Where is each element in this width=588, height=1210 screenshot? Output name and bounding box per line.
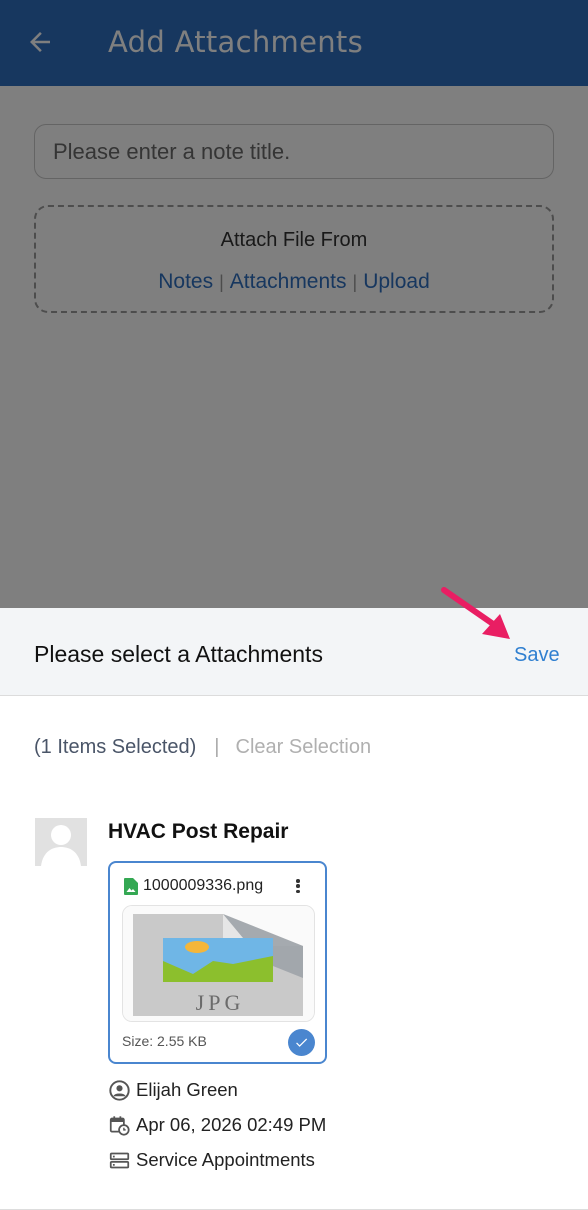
attachment-group-title: HVAC Post Repair bbox=[108, 820, 289, 843]
user-placeholder-icon bbox=[35, 818, 87, 866]
uploaded-by-row: Elijah Green bbox=[108, 1079, 238, 1101]
jpg-file-illustration: JPG bbox=[123, 906, 314, 1021]
module-row: Service Appointments bbox=[108, 1149, 315, 1171]
selected-count: (1 Items Selected) bbox=[34, 736, 197, 758]
jpg-label: JPG bbox=[196, 990, 245, 1015]
uploaded-date: Apr 06, 2026 02:49 PM bbox=[136, 1114, 327, 1135]
attachment-picker-sheet: Please select a Attachments Save (1 Item… bbox=[0, 608, 588, 1210]
file-name: 1000009336.png bbox=[143, 877, 264, 894]
sheet-title: Please select a Attachments bbox=[34, 641, 323, 667]
clear-selection-button[interactable]: Clear Selection bbox=[236, 736, 372, 758]
annotation-arrow-icon bbox=[441, 587, 510, 639]
selected-check-badge[interactable] bbox=[288, 1029, 315, 1056]
selection-bar: (1 Items Selected) | Clear Selection bbox=[34, 736, 371, 759]
image-file-icon bbox=[124, 878, 138, 895]
module-name: Service Appointments bbox=[136, 1149, 315, 1170]
date-row: Apr 06, 2026 02:49 PM bbox=[108, 1114, 326, 1136]
save-button[interactable]: Save bbox=[514, 644, 560, 667]
file-thumbnail[interactable]: JPG bbox=[122, 905, 315, 1022]
selection-separator: | bbox=[214, 736, 220, 758]
user-circle-icon bbox=[108, 1079, 130, 1101]
calendar-clock-icon bbox=[108, 1114, 130, 1136]
avatar bbox=[35, 818, 87, 866]
attachment-card[interactable]: 1000009336.png JPG Size: 2.55 KB bbox=[108, 861, 327, 1064]
file-size: Size: 2.55 KB bbox=[122, 1033, 207, 1049]
check-icon bbox=[296, 1038, 308, 1047]
more-vertical-icon[interactable] bbox=[290, 876, 306, 896]
uploaded-by: Elijah Green bbox=[136, 1079, 238, 1100]
server-icon bbox=[108, 1149, 130, 1171]
